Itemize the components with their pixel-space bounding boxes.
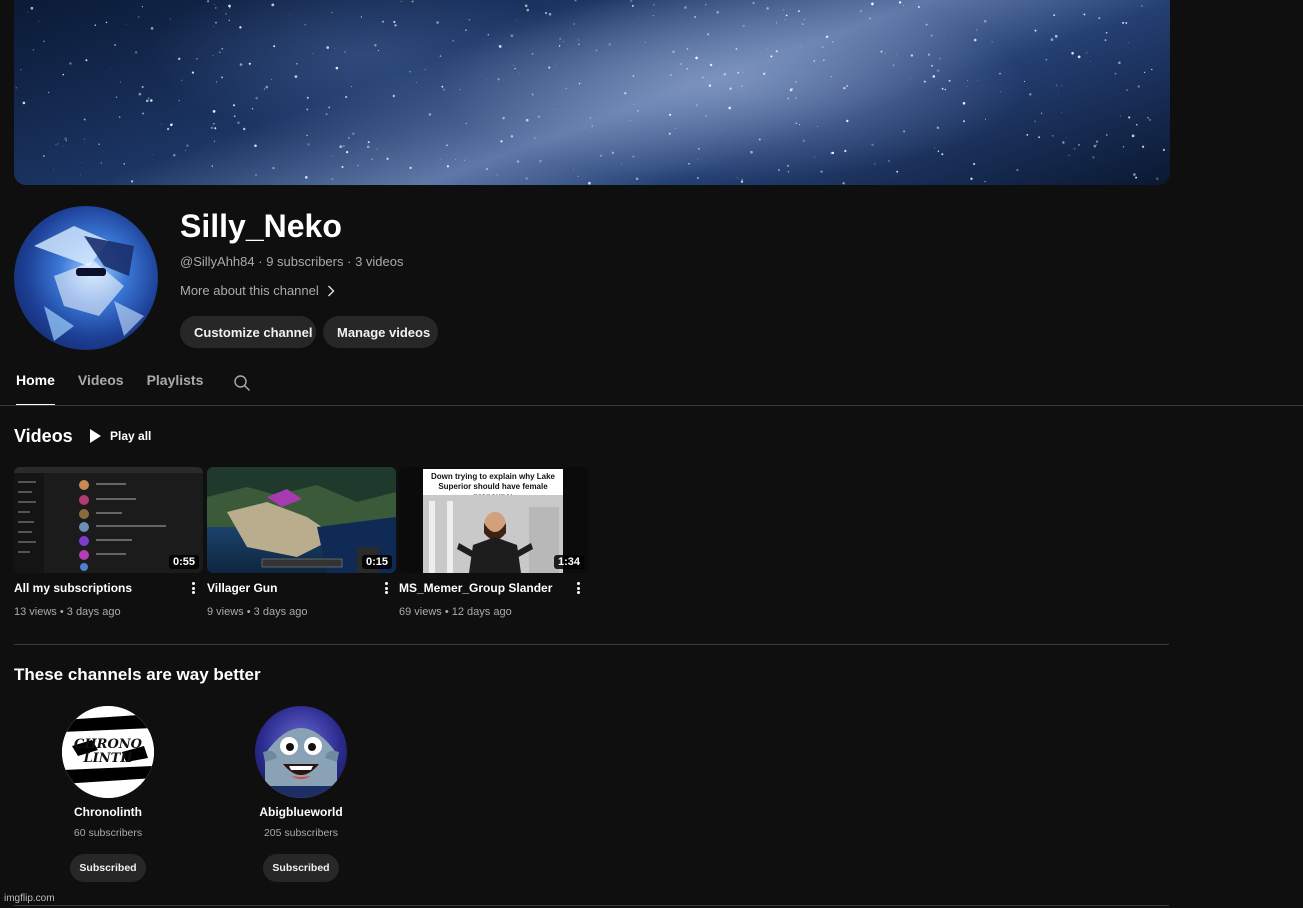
bottom-divider (14, 905, 1169, 906)
video-card: 0:55 All my subscriptions 13 views • 3 d… (14, 467, 203, 618)
more-about-channel-link[interactable]: More about this channel (180, 283, 335, 298)
manage-videos-button[interactable]: Manage videos (323, 316, 438, 348)
channel-name: Silly_Neko (180, 208, 342, 244)
video-meta: 69 views • 12 days ago (399, 606, 512, 618)
banner-starfield (15, 0, 1165, 185)
video-duration: 1:34 (553, 555, 584, 569)
videos-section-title[interactable]: Videos (14, 426, 73, 447)
video-thumbnail[interactable]: 0:15 (207, 467, 396, 573)
chronolinth-logo-text-2: LINTH (82, 751, 133, 766)
customize-channel-button[interactable]: Customize channel (180, 316, 316, 348)
tab-videos[interactable]: Videos (78, 372, 124, 406)
watermark: imgflip.com (4, 893, 55, 904)
play-all-button[interactable]: Play all (88, 426, 151, 446)
tab-home[interactable]: Home (16, 372, 55, 406)
featured-channels-title: These channels are way better (14, 665, 261, 684)
channel-name[interactable]: Chronolinth (28, 805, 188, 819)
channel-avatar[interactable]: CHRONO LINTH (62, 706, 154, 798)
video-views: 9 views (207, 606, 244, 618)
subscribed-button[interactable]: Subscribed (263, 854, 339, 882)
channel-avatar[interactable] (14, 206, 158, 350)
play-all-label: Play all (110, 429, 152, 443)
video-title[interactable]: All my subscriptions (14, 581, 132, 595)
video-thumbnail[interactable]: Down trying to explain why Lake Superior… (399, 467, 588, 573)
channel-subscribers: 60 subscribers (73, 827, 143, 839)
video-views: 13 views (14, 606, 57, 618)
search-icon[interactable] (233, 374, 251, 397)
more-options-icon[interactable] (572, 580, 584, 596)
tab-playlists[interactable]: Playlists (147, 372, 204, 406)
more-about-label: More about this channel (180, 283, 319, 298)
meta-separator: · (254, 254, 267, 269)
channel-banner (14, 0, 1170, 185)
video-card: Down trying to explain why Lake Superior… (399, 467, 588, 618)
tabs-divider (0, 405, 1303, 406)
video-thumbnail[interactable]: 0:55 (14, 467, 203, 573)
more-options-icon[interactable] (380, 580, 392, 596)
chronolinth-logo: CHRONO LINTH (62, 706, 154, 798)
video-card: 0:15 Villager Gun 9 views • 3 days ago (207, 467, 396, 618)
channel-subscribers: 205 subscribers (263, 827, 339, 839)
featured-channel-card: Abigblueworld 205 subscribers Subscribed (221, 706, 381, 882)
video-title[interactable]: Villager Gun (207, 581, 277, 595)
play-icon (90, 429, 101, 443)
video-duration: 0:15 (361, 555, 392, 569)
channel-meta: @SillyAhh84 · 9 subscribers · 3 videos (180, 254, 403, 269)
meta-separator: · (343, 254, 356, 269)
video-count: 3 videos (355, 254, 404, 269)
channel-handle: @SillyAhh84 (180, 254, 255, 269)
more-options-icon[interactable] (187, 580, 199, 596)
section-divider (14, 644, 1169, 645)
video-duration: 0:55 (168, 555, 199, 569)
subscriber-count: 9 subscribers (266, 254, 344, 269)
chevron-right-icon (327, 285, 335, 296)
video-title[interactable]: MS_Memer_Group Slander (399, 581, 552, 595)
video-meta: 9 views • 3 days ago (207, 606, 308, 618)
video-age: 3 days ago (253, 606, 308, 618)
featured-channel-card: CHRONO LINTH Chronolinth 60 subscribers … (28, 706, 188, 882)
video-meta: 13 views • 3 days ago (14, 606, 121, 618)
abigblueworld-mascot (263, 728, 339, 798)
channel-tabs: Home Videos Playlists (16, 372, 251, 406)
chronolinth-logo-text-1: CHRONO (74, 737, 143, 752)
channel-name[interactable]: Abigblueworld (221, 805, 381, 819)
video-views: 69 views (399, 606, 442, 618)
channel-avatar[interactable] (255, 706, 347, 798)
avatar-artwork (34, 226, 144, 341)
video-age: 3 days ago (66, 606, 121, 618)
subscribed-button[interactable]: Subscribed (70, 854, 146, 882)
video-age: 12 days ago (451, 606, 512, 618)
